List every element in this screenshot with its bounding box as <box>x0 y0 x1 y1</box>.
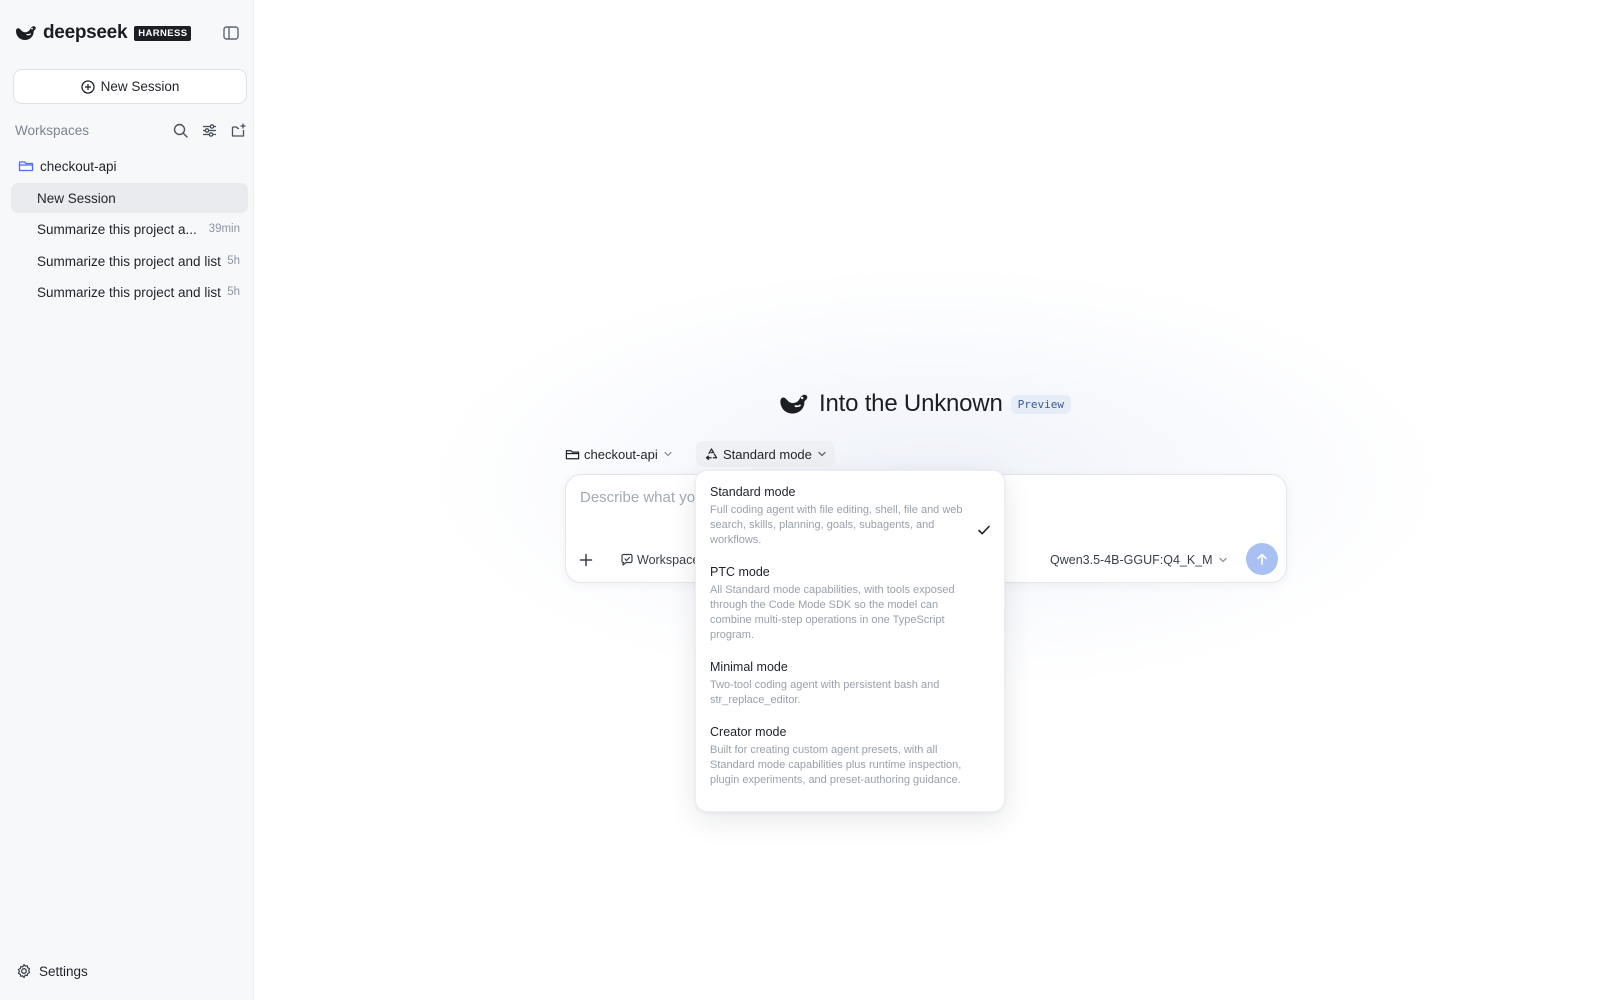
session-time: 5h <box>227 286 240 298</box>
brand-name: deepseek <box>43 22 128 43</box>
mode-option-ptc[interactable]: PTC mode All Standard mode capabilities,… <box>696 564 1006 643</box>
main-area: Into the Unknown Preview checkout-api St… <box>255 0 1600 1000</box>
mode-option-title: PTC mode <box>710 565 770 579</box>
model-selector[interactable]: Qwen3.5-4B-GGUF:Q4_K_M <box>1050 550 1228 570</box>
model-label: Qwen3.5-4B-GGUF:Q4_K_M <box>1050 553 1213 567</box>
recycle-icon <box>704 447 719 462</box>
session-time: 5h <box>227 255 240 267</box>
new-session-button[interactable]: New Session <box>13 69 247 104</box>
mode-option-description: Two-tool coding agent with persistent ba… <box>710 679 940 706</box>
session-label: New Session <box>37 190 116 206</box>
settings-button[interactable]: Settings <box>16 961 88 981</box>
add-folder-icon[interactable] <box>230 122 247 139</box>
workspace-selector-label: checkout-api <box>584 446 658 462</box>
mode-option-minimal[interactable]: Minimal mode Two-tool coding agent with … <box>696 659 1006 708</box>
mode-option-creator[interactable]: Creator mode Built for creating custom a… <box>696 724 1006 788</box>
mode-option-description: All Standard mode capabilities, with too… <box>710 584 955 641</box>
hero-title: Into the Unknown <box>819 390 1003 417</box>
plus-circle-icon <box>80 79 95 94</box>
workspace-selector[interactable]: checkout-api <box>557 441 681 467</box>
brand-badge: HARNESS <box>134 25 192 41</box>
session-time: 39min <box>208 223 240 235</box>
hero-heading: Into the Unknown Preview <box>777 388 1071 420</box>
session-item[interactable]: Summarize this project and list 5h <box>11 246 248 276</box>
session-item[interactable]: New Session <box>11 183 248 213</box>
preview-badge: Preview <box>1010 394 1071 414</box>
chevron-down-icon <box>1218 555 1228 565</box>
mode-option-title: Creator mode <box>710 725 787 739</box>
add-attachment-button[interactable] <box>574 548 598 572</box>
mode-option-title: Standard mode <box>710 485 796 499</box>
workspaces-header: Workspaces <box>15 119 247 141</box>
mode-dropdown-menu: Standard mode Full coding agent with fil… <box>695 470 1005 812</box>
sidebar: deepseek HARNESS New Session Workspaces <box>0 0 254 1000</box>
mode-option-title: Minimal mode <box>710 660 788 674</box>
session-label: Summarize this project and list <box>37 284 221 300</box>
arrow-up-icon <box>1255 552 1269 566</box>
session-item[interactable]: Summarize this project a... 39min <box>11 214 248 244</box>
folder-label: checkout-api <box>40 158 117 174</box>
new-session-label: New Session <box>100 79 180 94</box>
mode-selector[interactable]: Standard mode <box>696 441 835 467</box>
workspaces-title: Workspaces <box>15 122 90 138</box>
gear-icon <box>16 963 32 979</box>
chevron-down-icon <box>817 449 827 459</box>
folder-icon <box>565 447 580 462</box>
chevron-down-icon <box>663 449 673 459</box>
filter-sliders-icon[interactable] <box>201 122 218 139</box>
checkmark-icon <box>976 522 992 538</box>
session-label: Summarize this project a... <box>37 221 197 237</box>
session-label: Summarize this project and list <box>37 253 221 269</box>
whale-logo-icon <box>14 22 38 44</box>
workspace-context-chip[interactable]: Workspace <box>620 550 699 570</box>
sidebar-toggle-icon[interactable] <box>222 24 240 42</box>
workspace-context-label: Workspace <box>637 553 700 567</box>
mode-selector-label: Standard mode <box>723 446 812 462</box>
search-icon[interactable] <box>172 122 189 139</box>
workspace-folder[interactable]: checkout-api <box>18 155 117 177</box>
mode-option-standard[interactable]: Standard mode Full coding agent with fil… <box>696 484 1006 548</box>
send-button[interactable] <box>1246 543 1278 575</box>
context-icon <box>620 553 634 567</box>
mode-option-description: Full coding agent with file editing, she… <box>710 504 963 546</box>
brand: deepseek HARNESS <box>14 22 192 44</box>
whale-logo-icon <box>777 389 811 419</box>
mode-option-description: Built for creating custom agent presets,… <box>710 744 962 786</box>
folder-icon <box>18 158 34 174</box>
session-item[interactable]: Summarize this project and list 5h <box>11 277 248 307</box>
settings-label: Settings <box>39 963 88 979</box>
